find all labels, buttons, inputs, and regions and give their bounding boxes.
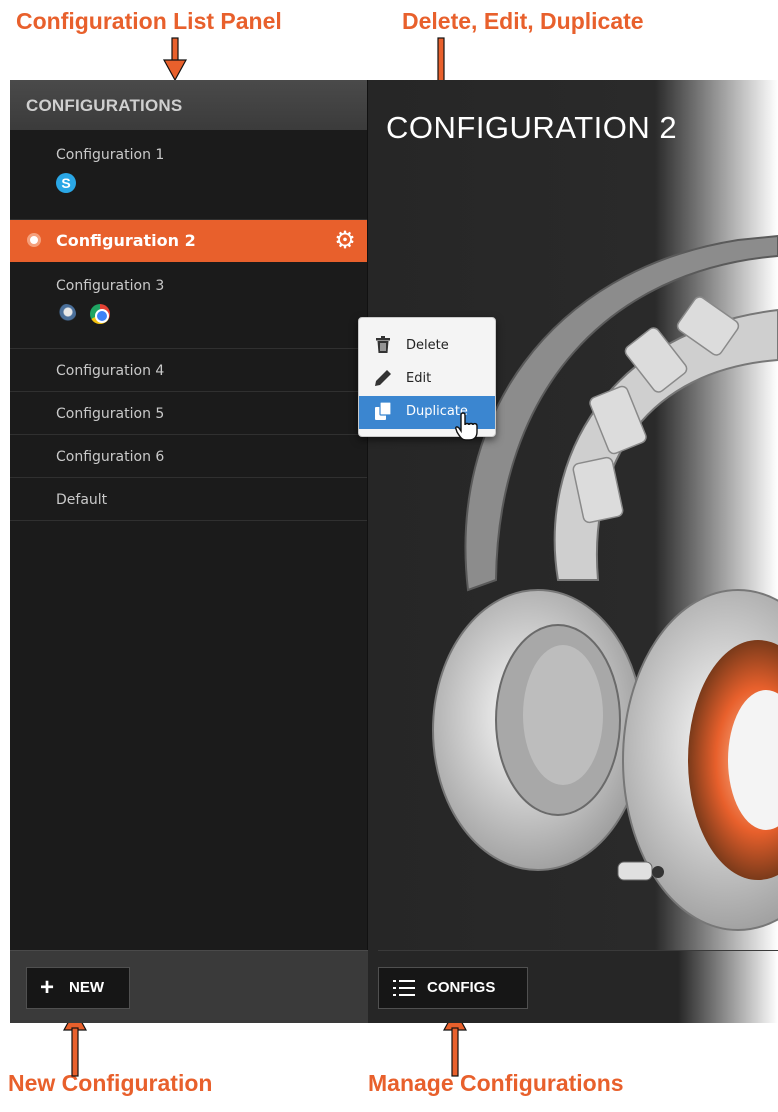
plus-icon: +	[40, 974, 55, 1001]
config-item-3[interactable]: Configuration 3	[10, 262, 367, 349]
steam-icon	[56, 304, 76, 324]
app-window: CONFIGURATIONS Configuration 1 S Configu…	[10, 80, 778, 1023]
app-icons	[56, 304, 367, 324]
duplicate-icon	[375, 401, 392, 420]
main-panel: CONFIGURATION 2 CONFIGS	[368, 80, 778, 1023]
menu-item-delete[interactable]: Delete	[359, 330, 495, 363]
sidebar-footer: + NEW	[10, 950, 368, 1023]
chrome-icon	[90, 304, 110, 324]
callout-menu-actions: Delete, Edit, Duplicate	[402, 8, 644, 34]
config-item-default[interactable]: Default	[10, 478, 367, 521]
main-footer: CONFIGS	[378, 950, 778, 1023]
configs-button[interactable]: CONFIGS	[378, 967, 528, 1009]
skype-icon: S	[56, 173, 76, 193]
config-item-2-active[interactable]: Configuration 2 ⚙	[10, 220, 367, 262]
trash-icon	[376, 336, 390, 353]
hand-cursor-icon	[455, 412, 478, 441]
config-item-label: Configuration 3	[56, 278, 165, 294]
menu-item-label: Delete	[406, 338, 449, 353]
config-item-1[interactable]: Configuration 1 S	[10, 130, 367, 220]
headphones-image	[432, 234, 778, 931]
config-item-label: Configuration 1	[56, 147, 165, 163]
config-item-label: Configuration 5	[56, 406, 165, 422]
new-config-button[interactable]: + NEW	[26, 967, 130, 1009]
config-item-label: Default	[56, 492, 108, 508]
config-item-6[interactable]: Configuration 6	[10, 435, 367, 478]
list-icon	[393, 979, 415, 997]
context-menu: Delete Edit Duplicate	[358, 317, 496, 441]
callout-new-config: New Configuration	[8, 1070, 213, 1096]
page-title: CONFIGURATION 2	[386, 110, 678, 145]
menu-item-label: Edit	[406, 371, 432, 386]
config-item-4[interactable]: Configuration 4	[10, 349, 367, 392]
new-button-label: NEW	[69, 979, 104, 996]
active-indicator-icon	[27, 233, 41, 247]
pencil-icon	[375, 370, 391, 386]
config-item-label: Configuration 2	[56, 231, 196, 250]
config-item-5[interactable]: Configuration 5	[10, 392, 367, 435]
config-item-label: Configuration 6	[56, 449, 165, 465]
gear-icon[interactable]: ⚙	[333, 228, 357, 252]
configs-button-label: CONFIGS	[427, 979, 496, 996]
configuration-list-panel: CONFIGURATIONS Configuration 1 S Configu…	[10, 80, 368, 1023]
menu-item-edit[interactable]: Edit	[359, 363, 495, 396]
callout-config-list: Configuration List Panel	[16, 8, 282, 34]
callout-manage-configs: Manage Configurations	[368, 1070, 624, 1096]
sidebar-header: CONFIGURATIONS	[10, 80, 367, 130]
app-icons: S	[56, 173, 367, 193]
config-item-label: Configuration 4	[56, 363, 165, 379]
arrow-config-list	[162, 37, 188, 82]
